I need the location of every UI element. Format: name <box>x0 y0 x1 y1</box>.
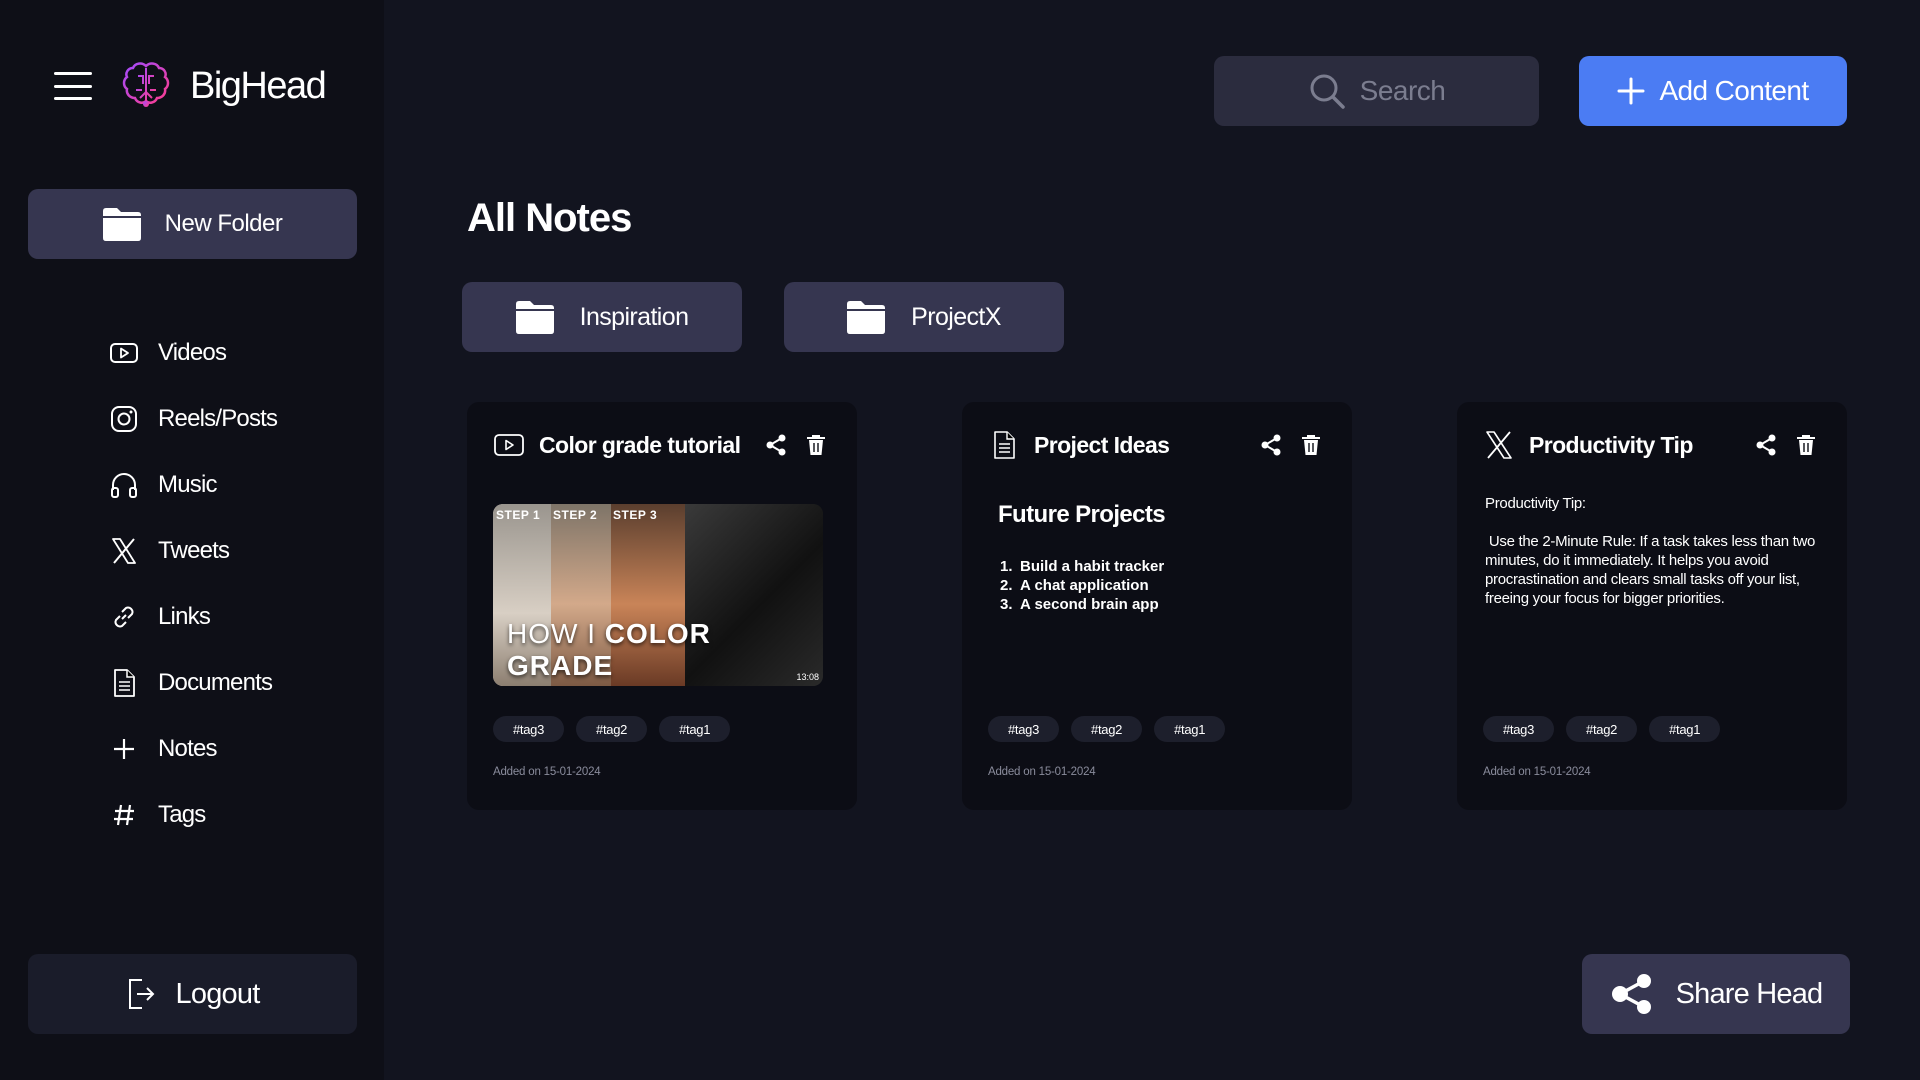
menu-icon[interactable] <box>54 72 92 100</box>
folder-icon <box>102 208 141 241</box>
card-header: Project Ideas <box>988 426 1322 464</box>
search-icon <box>1310 74 1345 109</box>
x-logo-icon <box>1486 431 1512 459</box>
plus-icon <box>1617 77 1645 105</box>
share-head-button[interactable]: Share Head <box>1582 954 1850 1034</box>
sidebar-item-label: Tags <box>158 801 206 828</box>
hash-icon <box>114 804 134 826</box>
card-title: Color grade tutorial <box>539 431 741 458</box>
share-icon <box>1611 974 1651 1014</box>
tag-list: #tag3 #tag2 #tag1 <box>1483 716 1721 742</box>
tag-chip[interactable]: #tag2 <box>576 716 648 742</box>
sidebar-item-label: Reels/Posts <box>158 405 278 432</box>
step-label: STEP 3 <box>613 508 658 522</box>
add-content-label: Add Content <box>1659 75 1809 106</box>
list-item: 3. A second brain app <box>1000 596 1159 613</box>
sidebar-item-label: Notes <box>158 735 217 762</box>
folder-icon <box>847 301 886 334</box>
note-list: 1. Build a habit tracker 2. A chat applica… <box>1000 557 1164 614</box>
card-title: Productivity Tip <box>1529 431 1693 458</box>
video-play-icon <box>110 343 138 363</box>
thumbnail-caption: HOW I COLOR GRADE <box>507 618 711 681</box>
tag-list: #tag3 #tag2 #tag1 <box>988 716 1226 742</box>
search-input[interactable]: Search <box>1214 56 1539 126</box>
share-head-label: Share Head <box>1675 977 1824 1010</box>
card-title: Project Ideas <box>1034 431 1170 458</box>
tag-chip[interactable]: #tag1 <box>1649 716 1721 742</box>
sidebar-item-links[interactable]: Links <box>108 584 277 650</box>
logout-icon <box>128 979 154 1009</box>
video-thumbnail[interactable]: STEP 1 STEP 2 STEP 3 HOW I COLOR GRADE 1… <box>493 504 823 686</box>
folder-projectx[interactable]: ProjectX <box>784 282 1064 352</box>
sidebar-item-tags[interactable]: Tags <box>108 782 277 848</box>
added-date: Added on 15-01-2024 <box>1483 766 1591 778</box>
sidebar-item-music[interactable]: Music <box>108 452 277 518</box>
share-icon[interactable] <box>765 434 787 456</box>
sidebar-nav: Videos Reels/Posts Music Tweets Links Do… <box>108 320 278 848</box>
x-logo-icon <box>112 538 136 564</box>
share-icon[interactable] <box>1260 434 1282 456</box>
video-play-icon <box>494 434 524 456</box>
share-icon[interactable] <box>1755 434 1777 456</box>
search-placeholder: Search <box>1359 75 1446 106</box>
note-heading: Future Projects <box>998 501 1166 528</box>
brand: BigHead <box>54 60 327 112</box>
added-date: Added on 15-01-2024 <box>988 766 1096 778</box>
list-item: 2. A chat application <box>1000 577 1149 594</box>
folder-icon <box>515 301 554 334</box>
link-icon <box>114 606 134 628</box>
tag-chip[interactable]: #tag1 <box>1154 716 1226 742</box>
logout-label: Logout <box>175 977 261 1010</box>
added-date: Added on 15-01-2024 <box>493 766 601 778</box>
folder-label: Inspiration <box>579 302 689 331</box>
sidebar-item-tweets[interactable]: Tweets <box>108 518 277 584</box>
card-header: Productivity Tip <box>1483 426 1817 464</box>
tweet-paragraph: Use the 2-Minute Rule: If a task takes l… <box>1485 533 1819 607</box>
card-header: Color grade tutorial <box>493 426 827 464</box>
note-card-tweet[interactable]: Productivity Tip Productivity Tip: Use t… <box>1457 402 1847 810</box>
sidebar-item-label: Links <box>158 603 211 630</box>
tweet-text: Productivity Tip: Use the 2-Minute Rule:… <box>1485 494 1825 627</box>
list-item: 1. Build a habit tracker <box>1000 558 1165 575</box>
sidebar-item-reels-posts[interactable]: Reels/Posts <box>108 386 278 452</box>
tag-list: #tag3 #tag2 #tag1 <box>493 716 731 742</box>
instagram-icon <box>111 406 137 432</box>
page-title: All Notes <box>467 196 632 240</box>
brand-name: BigHead <box>190 64 327 107</box>
sidebar: BigHead New Folder Videos Reels/Posts Mu… <box>0 0 384 1080</box>
tag-chip[interactable]: #tag3 <box>1483 716 1555 742</box>
sidebar-item-notes[interactable]: Notes <box>108 716 277 782</box>
sidebar-item-label: Music <box>158 471 217 498</box>
add-content-button[interactable]: Add Content <box>1579 56 1847 126</box>
step-label: STEP 2 <box>553 508 598 522</box>
plus-icon <box>114 739 134 759</box>
logout-button[interactable]: Logout <box>28 954 357 1034</box>
sidebar-item-label: Videos <box>158 339 227 366</box>
trash-icon[interactable] <box>1795 434 1817 456</box>
sidebar-item-label: Documents <box>158 669 273 696</box>
sidebar-item-documents[interactable]: Documents <box>108 650 277 716</box>
document-icon <box>994 431 1015 459</box>
new-folder-label: New Folder <box>164 210 283 237</box>
sidebar-item-label: Tweets <box>158 537 230 564</box>
tag-chip[interactable]: #tag2 <box>1566 716 1638 742</box>
folder-label: ProjectX <box>911 302 1001 331</box>
document-icon <box>114 669 135 697</box>
step-label: STEP 1 <box>496 508 541 522</box>
tag-chip[interactable]: #tag1 <box>659 716 731 742</box>
sidebar-item-videos[interactable]: Videos <box>108 320 277 386</box>
tag-chip[interactable]: #tag3 <box>493 716 565 742</box>
note-card-document[interactable]: Project Ideas Future Projects 1. Build a … <box>962 402 1352 810</box>
folder-inspiration[interactable]: Inspiration <box>462 282 742 352</box>
headphones-icon <box>111 473 137 498</box>
new-folder-button[interactable]: New Folder <box>28 189 357 259</box>
tag-chip[interactable]: #tag2 <box>1071 716 1143 742</box>
brain-icon <box>122 62 170 107</box>
trash-icon[interactable] <box>805 434 827 456</box>
tweet-paragraph: Productivity Tip: <box>1485 495 1586 512</box>
video-duration: 13:08 <box>796 672 819 682</box>
tag-chip[interactable]: #tag3 <box>988 716 1060 742</box>
trash-icon[interactable] <box>1300 434 1322 456</box>
note-card-video[interactable]: Color grade tutorial STEP 1 STEP 2 STEP … <box>467 402 857 810</box>
